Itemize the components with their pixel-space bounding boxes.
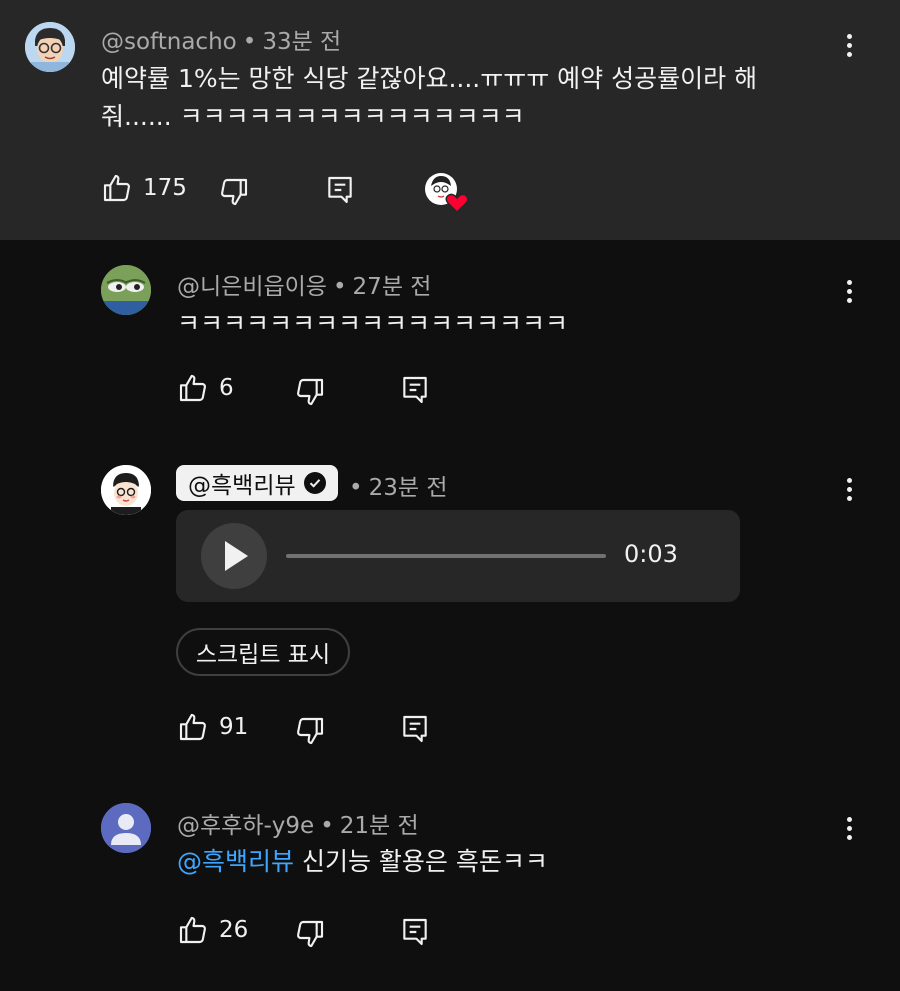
thumbs-down-icon	[221, 178, 248, 206]
comment-time[interactable]: 23분 전	[369, 475, 448, 501]
meta-separator: •	[320, 813, 334, 839]
more-vert-icon[interactable]	[837, 813, 861, 843]
creator-heart-badge	[424, 172, 470, 214]
comment-meta: @후후하-y9e • 21분 전	[177, 806, 419, 840]
comment-time[interactable]: 27분 전	[353, 274, 432, 300]
comment-time[interactable]: 33분 전	[262, 29, 341, 55]
more-vert-icon[interactable]	[837, 276, 861, 306]
voice-reply-player: 0:03	[176, 510, 740, 602]
like-button[interactable]: 26	[177, 914, 248, 946]
play-button[interactable]	[201, 523, 267, 589]
comment-text: @흑백리뷰 신기능 활용은 흑돈ㅋㅋ	[177, 843, 817, 881]
comment-author[interactable]: @softnacho	[101, 29, 237, 55]
like-count: 175	[143, 175, 187, 201]
reply-button[interactable]	[399, 916, 431, 948]
reply-button[interactable]	[399, 713, 431, 745]
more-vert-icon[interactable]	[837, 474, 861, 504]
comment-text: ㅋㅋㅋㅋㅋㅋㅋㅋㅋㅋㅋㅋㅋㅋㅋㅋㅋ	[177, 309, 569, 338]
dislike-button[interactable]	[218, 176, 250, 208]
like-button[interactable]: 175	[101, 172, 187, 204]
audio-progress-track[interactable]	[286, 554, 606, 558]
reply-button[interactable]	[324, 174, 356, 206]
comment-meta: • 23분 전	[343, 468, 447, 502]
meta-separator: •	[332, 274, 347, 300]
reply-icon	[403, 918, 427, 946]
like-count: 26	[219, 917, 249, 943]
comment-body: 신기능 활용은 흑돈ㅋㅋ	[301, 847, 548, 876]
reply-icon	[403, 376, 427, 404]
thumbs-up-icon	[103, 174, 130, 202]
more-vert-icon[interactable]	[837, 30, 861, 60]
show-script-label: 스크립트 표시	[195, 642, 331, 668]
thumbs-down-icon	[297, 717, 324, 745]
meta-separator: •	[242, 29, 257, 55]
like-button[interactable]: 91	[177, 711, 248, 743]
comment-author: @흑백리뷰	[188, 473, 296, 499]
dislike-button[interactable]	[294, 715, 326, 747]
reply-icon	[328, 176, 352, 204]
creator-author-chip[interactable]: @흑백리뷰	[176, 465, 338, 501]
avatar-heukbaek[interactable]	[101, 465, 151, 515]
thumbs-up-icon	[179, 713, 206, 741]
reply-icon	[403, 715, 427, 743]
like-count: 91	[219, 714, 249, 740]
comment-meta: @softnacho • 33분 전	[101, 22, 341, 56]
reply-button[interactable]	[399, 374, 431, 406]
comment-time[interactable]: 21분 전	[340, 813, 419, 839]
thumbs-up-icon	[179, 374, 206, 402]
verified-check-icon	[303, 472, 326, 494]
mention-link[interactable]: @흑백리뷰	[177, 847, 294, 876]
audio-duration: 0:03	[624, 540, 678, 568]
comment-author[interactable]: @니은비읍이응	[177, 274, 327, 300]
play-icon	[225, 541, 248, 571]
comment-meta: @니은비읍이응 • 27분 전	[177, 267, 431, 301]
meta-separator: •	[349, 475, 363, 501]
comment-author[interactable]: @후후하-y9e	[177, 813, 314, 839]
thumbs-down-icon	[297, 378, 324, 406]
creator-heart-icon	[445, 193, 469, 214]
dislike-button[interactable]	[294, 376, 326, 408]
avatar-softnacho[interactable]	[25, 22, 75, 72]
thumbs-up-icon	[179, 916, 206, 944]
show-script-button[interactable]: 스크립트 표시	[176, 628, 350, 676]
thumbs-down-icon	[297, 920, 324, 948]
like-count: 6	[219, 375, 234, 401]
like-button[interactable]: 6	[177, 372, 234, 404]
avatar-default[interactable]	[101, 803, 151, 853]
comment-text: 예약률 1%는 망한 식당 같잖아요....ㅠㅠㅠ 예약 성공률이라 해 줘..…	[101, 64, 758, 131]
avatar-nieun[interactable]	[101, 265, 151, 315]
dislike-button[interactable]	[294, 918, 326, 950]
